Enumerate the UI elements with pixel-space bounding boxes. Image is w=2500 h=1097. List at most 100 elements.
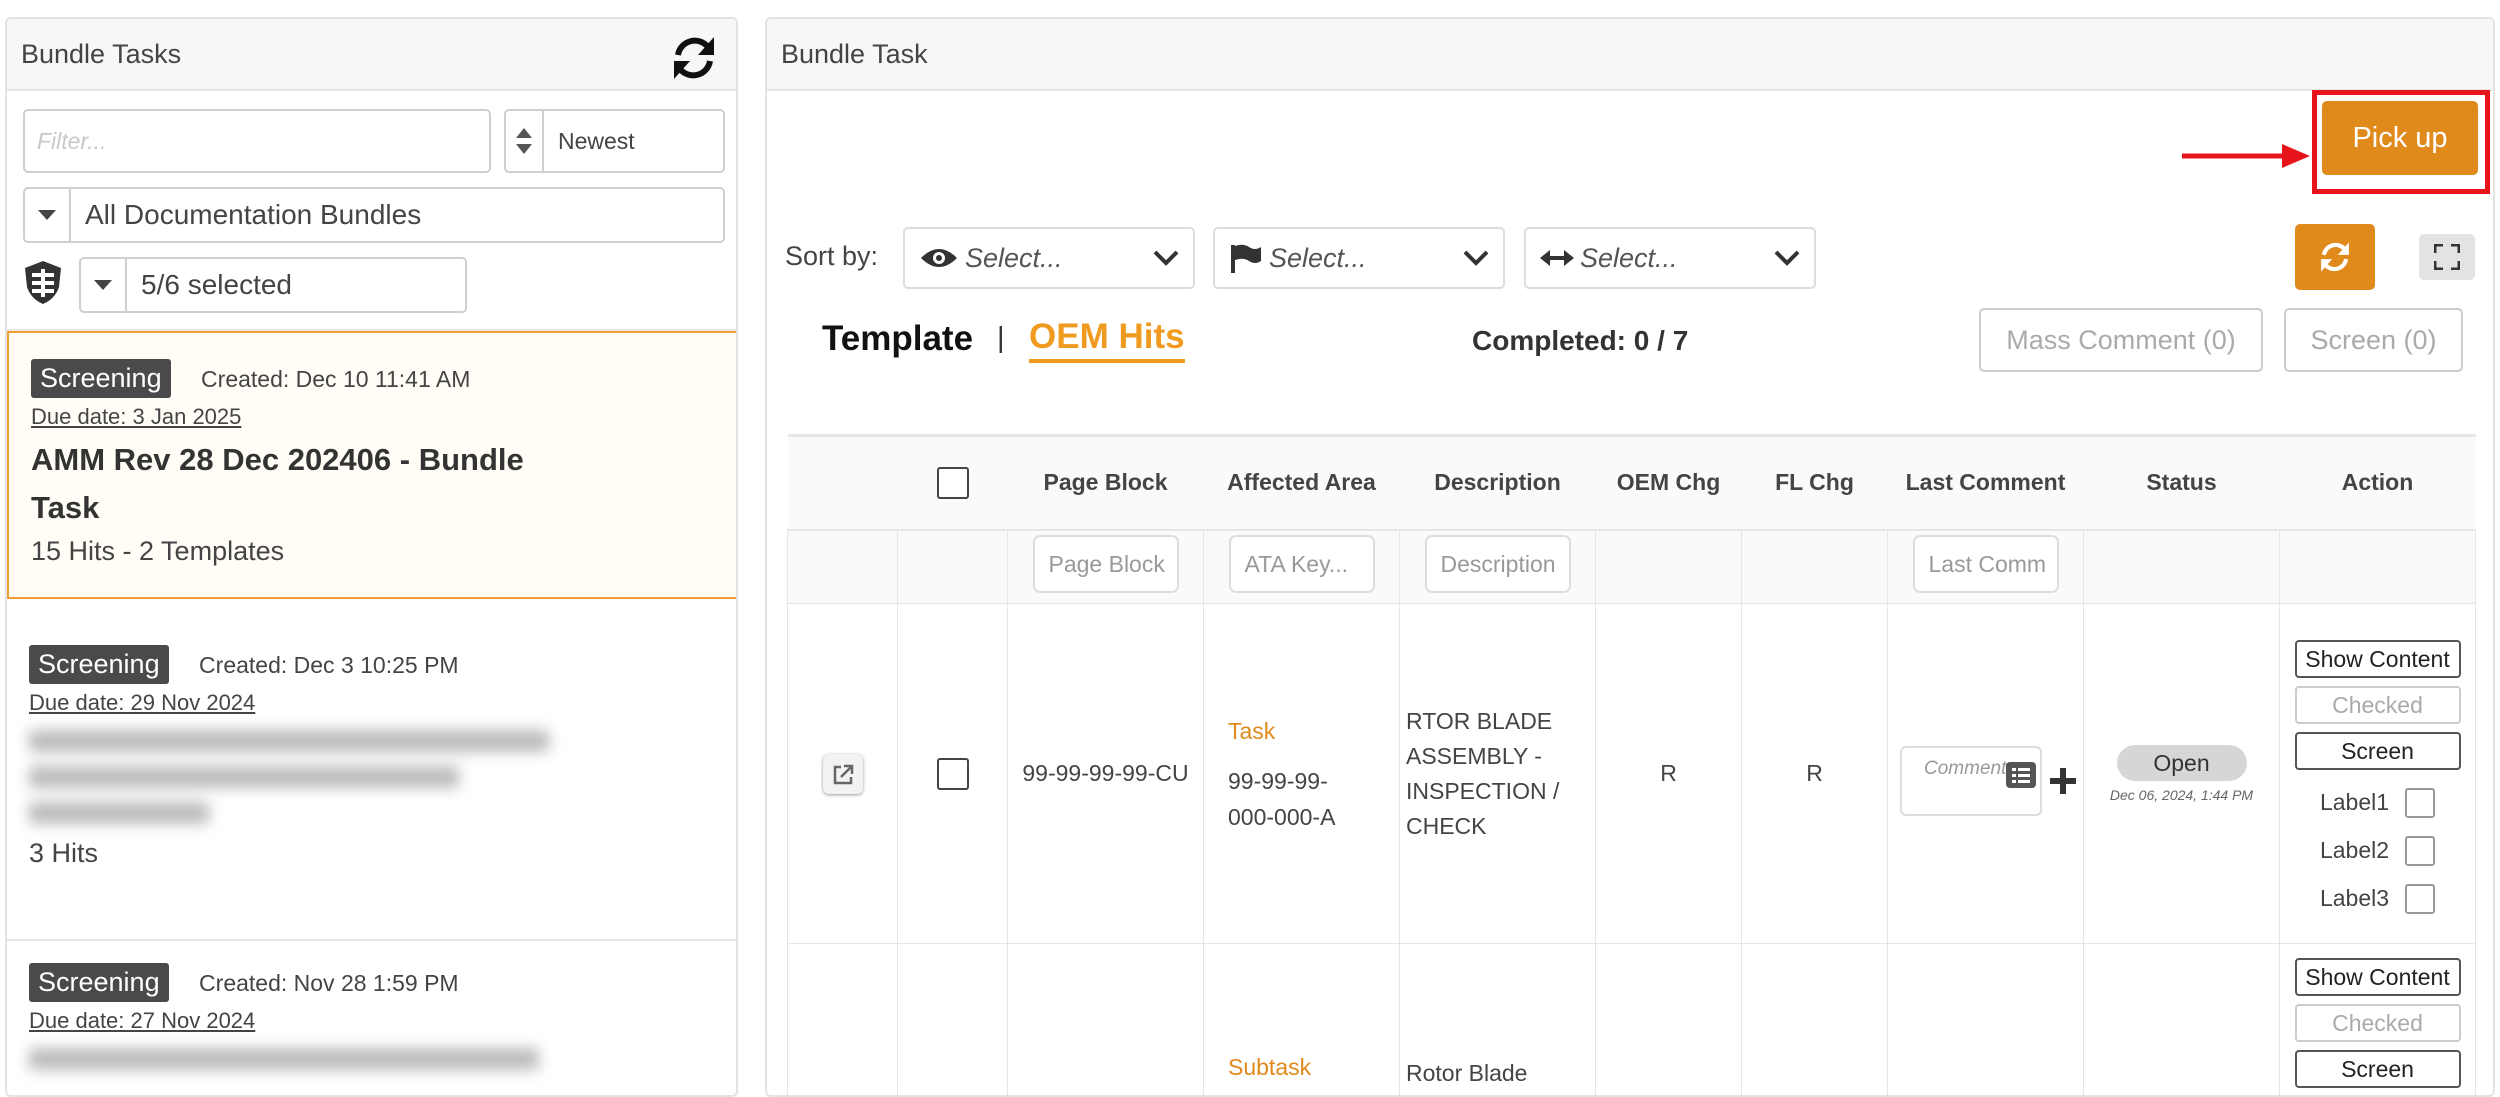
sort-value: Newest xyxy=(544,128,635,155)
fl-chg-cell: R xyxy=(1742,604,1888,944)
th-page-block[interactable]: Page Block xyxy=(1008,436,1204,530)
th-affected-area[interactable]: Affected Area xyxy=(1204,436,1400,530)
select-placeholder: Select... xyxy=(965,243,1063,274)
bundle-task-panel: Bundle Task Pick up Sort by: Select... S… xyxy=(765,17,2495,1097)
created-date: Created: Nov 28 1:59 PM xyxy=(199,970,459,996)
bundle-tasks-header: Bundle Tasks xyxy=(7,19,736,91)
bundle-card-selected[interactable]: Screening Created: Dec 10 11:41 AM Due d… xyxy=(7,331,738,599)
bundle-tasks-panel: Bundle Tasks Filter... Newest All Docume… xyxy=(5,17,738,1097)
th-status[interactable]: Status xyxy=(2084,436,2280,530)
th-fl-chg[interactable]: FL Chg xyxy=(1742,436,1888,530)
pick-up-button[interactable]: Pick up xyxy=(2322,101,2478,175)
oem-hits-table: Page Block Affected Area Description OEM… xyxy=(787,434,2476,1097)
select-placeholder: Select... xyxy=(1269,243,1367,274)
filter-row: Page Block ATA Key... Description Last C… xyxy=(788,530,2476,604)
last-comment-filter[interactable]: Last Comm xyxy=(1913,535,2059,593)
status-badge: Screening xyxy=(29,963,169,1002)
chevron-down-icon xyxy=(1153,250,1179,266)
show-content-button[interactable]: Show Content xyxy=(2295,958,2461,996)
sort-select-flag[interactable]: Select... xyxy=(1213,227,1505,289)
shield-icon xyxy=(23,259,63,305)
affected-area-type[interactable]: Task xyxy=(1228,713,1399,749)
status-pill: Open xyxy=(2117,745,2247,781)
plus-icon[interactable] xyxy=(2048,766,2078,796)
th-last-comment[interactable]: Last Comment xyxy=(1888,436,2084,530)
created-date: Created: Dec 10 11:41 AM xyxy=(201,366,470,392)
screen-button[interactable]: Screen (0) xyxy=(2284,308,2463,372)
label1-checkbox[interactable] xyxy=(2405,788,2435,818)
label2-checkbox[interactable] xyxy=(2405,836,2435,866)
tab-template[interactable]: Template xyxy=(822,319,973,359)
page-block-filter[interactable]: Page Block xyxy=(1033,535,1179,593)
bundle-filter-dropdown[interactable]: All Documentation Bundles xyxy=(23,187,725,243)
caret-down-icon xyxy=(25,189,71,241)
completed-count: Completed: 0 / 7 xyxy=(1472,325,1688,357)
status-date: Dec 06, 2024, 1:44 PM xyxy=(2084,787,2279,803)
checked-button: Checked xyxy=(2295,1004,2461,1042)
bundle-task-header: Bundle Task xyxy=(767,19,2493,91)
status-badge: Screening xyxy=(31,359,171,398)
fullscreen-button[interactable] xyxy=(2419,234,2475,280)
expand-icon xyxy=(2434,244,2460,270)
due-date: Due date: 29 Nov 2024 xyxy=(29,690,718,716)
page-block-cell: 99-99-99-99-CU xyxy=(1008,604,1204,944)
refresh-button[interactable] xyxy=(2295,224,2375,290)
select-placeholder: Select... xyxy=(1580,243,1678,274)
label-text: Label3 xyxy=(2320,885,2389,912)
refresh-icon[interactable] xyxy=(670,35,718,81)
th-action: Action xyxy=(2280,436,2476,530)
selection-dropdown[interactable]: 5/6 selected xyxy=(79,257,467,313)
filter-input[interactable]: Filter... xyxy=(23,109,491,173)
row-checkbox[interactable] xyxy=(937,758,969,790)
bundle-card[interactable]: Screening Created: Dec 3 10:25 PM Due da… xyxy=(7,621,738,921)
mass-comment-label: Mass Comment (0) xyxy=(2006,325,2236,356)
description-cell: Rotor Blade xyxy=(1400,944,1596,1097)
sort-dropdown[interactable]: Newest xyxy=(504,109,725,173)
row-screen-button[interactable]: Screen xyxy=(2295,732,2461,770)
bundle-title: AMM Rev 28 Dec 202406 - Bundle Task xyxy=(31,436,591,532)
bundle-card[interactable]: Screening Created: Nov 28 1:59 PM Due da… xyxy=(7,941,738,1097)
label3-checkbox[interactable] xyxy=(2405,884,2435,914)
label-text: Label1 xyxy=(2320,789,2389,816)
refresh-icon xyxy=(2318,241,2352,273)
list-icon[interactable] xyxy=(2006,762,2036,788)
th-select xyxy=(898,436,1008,530)
affected-area-code: 99-99-99-000-000-A xyxy=(1228,763,1348,835)
filter-placeholder: Filter... xyxy=(37,128,106,155)
due-date: Due date: 27 Nov 2024 xyxy=(29,1008,718,1034)
comment-input[interactable]: Comment .. xyxy=(1900,746,2042,816)
label-text: Label2 xyxy=(2320,837,2389,864)
description-cell: RTOR BLADE ASSEMBLY - INSPECTION / CHECK xyxy=(1400,604,1596,944)
row-screen-button[interactable]: Screen xyxy=(2295,1050,2461,1088)
open-external-button[interactable] xyxy=(823,754,863,794)
chevron-down-icon xyxy=(1774,250,1800,266)
tab-divider: | xyxy=(997,322,1005,355)
bundle-hits: 15 Hits - 2 Templates xyxy=(31,536,716,567)
select-all-checkbox[interactable] xyxy=(937,467,969,499)
bundle-task-title: Bundle Task xyxy=(781,39,928,70)
oem-chg-cell: R xyxy=(1596,604,1742,944)
screen-label: Screen (0) xyxy=(2310,325,2436,356)
sort-by-label: Sort by: xyxy=(785,241,878,272)
th-description[interactable]: Description xyxy=(1400,436,1596,530)
blurred-title xyxy=(29,730,718,824)
th-oem-chg[interactable]: OEM Chg xyxy=(1596,436,1742,530)
sort-select-direction[interactable]: Select... xyxy=(1524,227,1816,289)
table-header-row: Page Block Affected Area Description OEM… xyxy=(788,436,2476,530)
show-content-button[interactable]: Show Content xyxy=(2295,640,2461,678)
table-row: 99-99-99-99-CU Task 99-99-99-000-000-A R… xyxy=(788,604,2476,944)
created-date: Created: Dec 3 10:25 PM xyxy=(199,652,459,678)
label-row: Label3 xyxy=(2280,884,2475,914)
mass-comment-button[interactable]: Mass Comment (0) xyxy=(1979,308,2263,372)
flag-icon xyxy=(1229,243,1263,273)
ata-key-filter[interactable]: ATA Key... xyxy=(1229,535,1375,593)
tab-oem-hits[interactable]: OEM Hits xyxy=(1029,317,1185,363)
sort-select-visibility[interactable]: Select... xyxy=(903,227,1195,289)
pick-up-label: Pick up xyxy=(2352,122,2447,155)
status-badge: Screening xyxy=(29,645,169,684)
description-filter[interactable]: Description xyxy=(1425,535,1571,593)
label-row: Label1 xyxy=(2280,788,2475,818)
bundle-hits: 3 Hits xyxy=(29,838,718,869)
bundle-tasks-title: Bundle Tasks xyxy=(21,39,181,70)
affected-area-type[interactable]: Subtask xyxy=(1228,1054,1399,1081)
